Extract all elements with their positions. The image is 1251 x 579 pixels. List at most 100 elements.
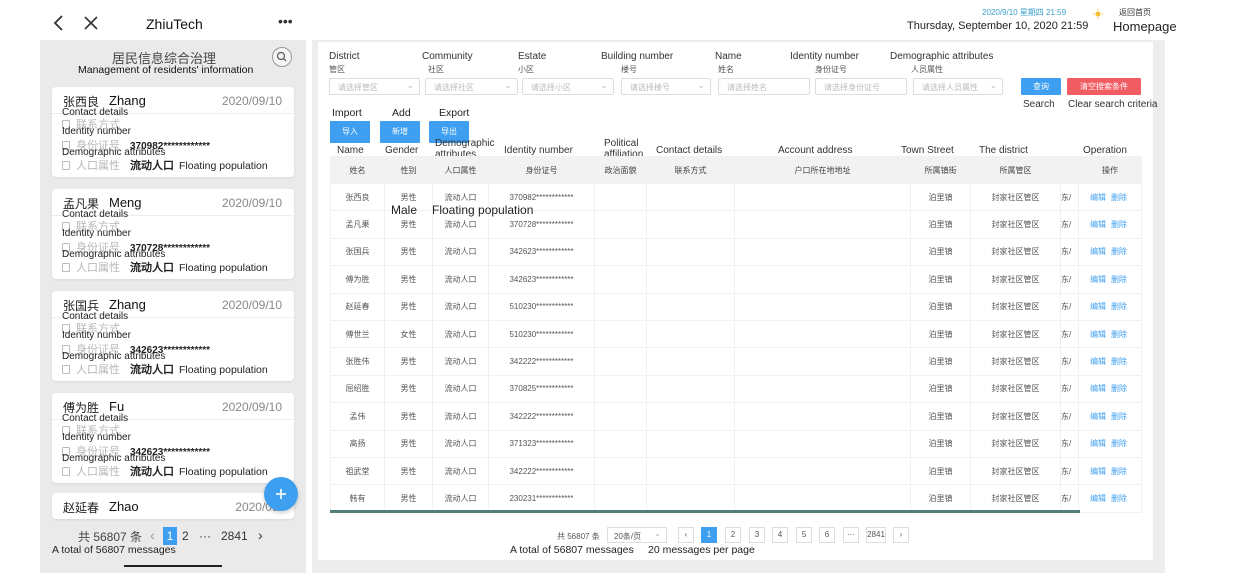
delete-link[interactable]: 删除 — [1111, 357, 1127, 366]
add-button[interactable]: 新增 — [380, 121, 420, 143]
home-link-cn[interactable]: 返回首页 — [1119, 7, 1151, 18]
edit-link[interactable]: 编辑 — [1090, 302, 1106, 311]
filter-select[interactable]: 请选择小区 ⌄ — [522, 78, 614, 95]
filter-select[interactable]: 请选择人员属性 ⌄ — [913, 78, 1003, 95]
page-button[interactable]: 3 — [749, 527, 765, 543]
edit-link[interactable]: 编辑 — [1090, 247, 1106, 256]
more-dots-icon[interactable]: ••• — [278, 13, 293, 29]
page-button[interactable]: 1 — [701, 527, 717, 543]
table-cell: 东/ — [1060, 182, 1079, 212]
table-cell: 泊里镇 — [910, 210, 971, 239]
edit-link[interactable]: 编辑 — [1090, 384, 1106, 393]
table-scrollbar[interactable] — [330, 510, 1080, 513]
delete-link[interactable]: 删除 — [1111, 494, 1127, 503]
prev-page-button[interactable]: ‹ — [678, 527, 694, 543]
attribute-icon — [62, 467, 70, 476]
search-button-en: Search — [1023, 99, 1055, 110]
next-page-button[interactable]: › — [893, 527, 909, 543]
search-icon[interactable] — [272, 47, 292, 67]
resident-card[interactable]: 张西良 Zhang 2020/09/10 Contact details 联系方式 Ide… — [52, 87, 294, 177]
chevron-down-icon: ⌄ — [697, 80, 705, 90]
edit-link[interactable]: 编辑 — [1090, 439, 1106, 448]
table-cell — [734, 429, 911, 458]
table-row[interactable]: 高扬 男性 流动人口 371323************ 泊里镇 封家社区管区 东/编辑删… — [330, 429, 1142, 458]
table-row[interactable]: 赵延春 男性 流动人口 510230************ 泊里镇 封家社区管区 东/编辑… — [330, 292, 1142, 321]
import-button[interactable]: 导入 — [330, 121, 370, 143]
table-cell: 张胜伟 — [330, 347, 385, 376]
clear-search-button-en: Clear search criteria — [1068, 99, 1158, 110]
delete-link[interactable]: 删除 — [1111, 467, 1127, 476]
delete-link[interactable]: 删除 — [1111, 330, 1127, 339]
edit-link[interactable]: 编辑 — [1090, 275, 1106, 284]
resident-card[interactable]: 张国兵 Zhang 2020/09/10 Contact details 联系方式 Ide… — [52, 291, 294, 381]
filter-select[interactable]: 请选择管区 ⌄ — [329, 78, 420, 95]
resident-card[interactable]: 赵延春 Zhao 2020/09/ — [52, 493, 294, 519]
edit-link[interactable]: 编辑 — [1090, 357, 1106, 366]
clear-search-button[interactable]: 清空搜索条件 — [1067, 78, 1141, 95]
table-cell: 封家社区管区 — [970, 429, 1061, 458]
table-row[interactable]: 张胜伟 男性 流动人口 342222************ 泊里镇 封家社区管区 东/编辑… — [330, 347, 1142, 376]
filter-select[interactable]: 请选择姓名 — [718, 78, 810, 95]
delete-link[interactable]: 删除 — [1111, 384, 1127, 393]
resident-card[interactable]: 傅为胜 Fu 2020/09/10 Contact details 联系方式 Identi… — [52, 393, 294, 483]
close-icon[interactable] — [83, 15, 99, 31]
table-row[interactable]: 祖武堂 男性 流动人口 342222************ 泊里镇 封家社区管区 东/编辑… — [330, 456, 1142, 486]
filter-select[interactable]: 请选择社区 ⌄ — [425, 78, 518, 95]
delete-link[interactable]: 删除 — [1111, 220, 1127, 229]
resident-card[interactable]: 孟凡果 Meng 2020/09/10 Contact details 联系方式 Iden… — [52, 189, 294, 279]
back-chevron-icon[interactable] — [52, 13, 66, 33]
page-button[interactable]: 2841 — [866, 527, 886, 543]
edit-link[interactable]: 编辑 — [1090, 467, 1106, 476]
table-cell: 东/ — [1060, 210, 1079, 239]
left-page-last[interactable]: 2841 — [221, 529, 248, 543]
filter-select[interactable]: 请选择楼号 ⌄ — [621, 78, 711, 95]
home-link-en[interactable]: Homepage — [1113, 19, 1177, 34]
table-row[interactable]: 屈绍胜 男性 流动人口 370825************ 泊里镇 封家社区管区 东/编辑… — [330, 374, 1142, 404]
left-next-page[interactable]: › — [258, 527, 263, 543]
table-cell: 封家社区管区 — [970, 319, 1061, 349]
edit-link[interactable]: 编辑 — [1090, 494, 1106, 503]
page-button[interactable]: 2 — [725, 527, 741, 543]
table-row[interactable]: 张国兵 男性 流动人口 342623************ 泊里镇 封家社区管区 东/编辑… — [330, 237, 1142, 267]
delete-link[interactable]: 删除 — [1111, 275, 1127, 284]
page-button[interactable]: 6 — [819, 527, 835, 543]
filter-label-en: Demographic attributes — [890, 51, 994, 62]
table-cell — [646, 210, 735, 239]
page-button[interactable]: 4 — [772, 527, 788, 543]
table-cell — [646, 374, 735, 404]
table-row[interactable]: 傅为胜 男性 流动人口 342623************ 泊里镇 封家社区管区 东/编辑… — [330, 265, 1142, 294]
table-cell: 男性 — [384, 402, 433, 431]
search-button[interactable]: 查询 — [1021, 78, 1061, 95]
table-header-cell: 姓名 — [330, 156, 385, 184]
table-row[interactable]: 孟伟 男性 流动人口 342222************ 泊里镇 封家社区管区 东/编辑删… — [330, 402, 1142, 431]
chevron-down-icon: ⌄ — [504, 80, 512, 90]
table-cell: 高扬 — [330, 429, 385, 458]
table-cell: 封家社区管区 — [970, 210, 1061, 239]
filter-placeholder: 请选择社区 — [434, 83, 474, 92]
table-row[interactable]: 韩有 男性 流动人口 230231************ 泊里镇 封家社区管区 东/编辑删… — [330, 484, 1142, 513]
add-fab-button[interactable] — [264, 477, 298, 511]
delete-link[interactable]: 删除 — [1111, 302, 1127, 311]
page-size-select[interactable]: 20条/页 ⌄ — [607, 527, 667, 543]
left-prev-page[interactable]: ‹ — [150, 527, 155, 543]
edit-link[interactable]: 编辑 — [1090, 330, 1106, 339]
filter-label-en: Estate — [518, 51, 547, 62]
delete-link[interactable]: 删除 — [1111, 247, 1127, 256]
table-cell: 泊里镇 — [910, 374, 971, 404]
edit-link[interactable]: 编辑 — [1090, 193, 1106, 202]
delete-link[interactable]: 删除 — [1111, 193, 1127, 202]
table-cell: 342623************ — [488, 265, 595, 294]
delete-link[interactable]: 删除 — [1111, 412, 1127, 421]
table-cell — [734, 237, 911, 267]
delete-link[interactable]: 删除 — [1111, 439, 1127, 448]
edit-link[interactable]: 编辑 — [1090, 220, 1106, 229]
page-button[interactable]: 5 — [796, 527, 812, 543]
filter-placeholder: 请选择小区 — [531, 83, 571, 92]
left-page-1[interactable]: 1 — [163, 527, 177, 545]
edit-link[interactable]: 编辑 — [1090, 412, 1106, 421]
filter-select[interactable]: 请选择身份证号 — [815, 78, 907, 95]
operation-cell: 编辑 删除 — [1078, 484, 1142, 513]
table-row[interactable]: 傅世兰 女性 流动人口 510230************ 泊里镇 封家社区管区 东/编辑… — [330, 319, 1142, 349]
table-header-cell: 性别 — [384, 156, 433, 184]
left-page-2[interactable]: 2 — [182, 529, 189, 543]
